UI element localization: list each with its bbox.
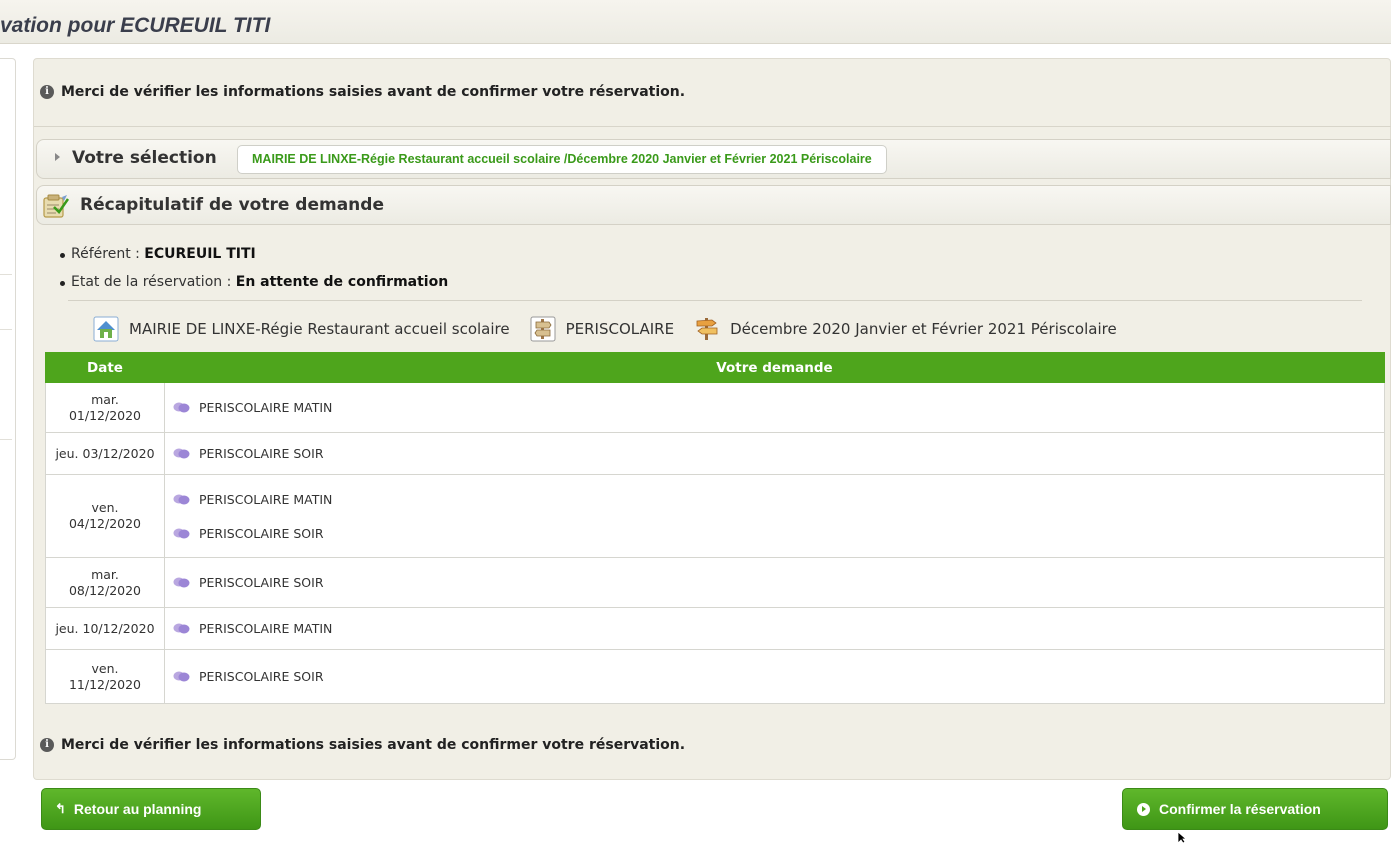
notice-bottom: i Merci de vérifier les informations sai… [40, 737, 685, 753]
column-header-request: Votre demande [164, 352, 1385, 383]
table-row: ven. 11/12/2020 PERISCOLAIRE SOIR [45, 649, 1385, 704]
notice-top: i Merci de vérifier les informations sai… [40, 84, 685, 100]
chat-bubble-icon [173, 528, 190, 538]
column-header-date: Date [45, 352, 165, 383]
selection-label[interactable]: Votre sélection [72, 148, 217, 168]
info-icon: i [40, 85, 54, 99]
referent-value: ECUREUIL TITI [144, 246, 256, 262]
request-label: PERISCOLAIRE MATIN [199, 491, 333, 507]
status-value: En attente de confirmation [235, 274, 449, 290]
info-icon: i [40, 738, 54, 752]
clipboard-check-icon [43, 194, 70, 218]
chat-bubble-icon [173, 577, 190, 588]
notice-top-text: Merci de vérifier les informations saisi… [61, 84, 686, 100]
breadcrumb: MAIRIE DE LINXE-Régie Restaurant accueil… [93, 314, 1137, 344]
recap-details: Référent : ECUREUIL TITI Etat de la rése… [60, 246, 448, 302]
request-label: PERISCOLAIRE MATIN [199, 400, 333, 415]
chat-bubble-icon [173, 671, 190, 682]
request-cell: PERISCOLAIRE SOIR [164, 432, 1385, 475]
chat-bubble-icon [173, 448, 190, 459]
request-label: PERISCOLAIRE SOIR [199, 669, 324, 684]
back-button-label: Retour au planning [73, 801, 202, 817]
reservation-table: Date Votre demande mar. 01/12/2020 PERIS… [45, 352, 1385, 704]
request-cell: PERISCOLAIRE SOIR [164, 557, 1385, 608]
request-label: PERISCOLAIRE SOIR [199, 446, 324, 461]
chat-bubble-icon [173, 494, 190, 504]
table-row: jeu. 10/12/2020 PERISCOLAIRE MATIN [45, 607, 1385, 650]
notice-bottom-text: Merci de vérifier les informations saisi… [61, 737, 686, 753]
request-label: PERISCOLAIRE SOIR [199, 575, 324, 590]
selection-value-pill: MAIRIE DE LINXE-Régie Restaurant accueil… [237, 145, 887, 174]
date-cell: mar. 08/12/2020 [45, 557, 165, 608]
table-row: jeu. 03/12/2020 PERISCOLAIRE SOIR [45, 432, 1385, 475]
divider [34, 126, 1391, 127]
chat-bubble-icon [173, 402, 190, 413]
return-arrow-icon: ↰ [55, 801, 66, 816]
left-side-panel-edge [0, 58, 16, 760]
page-header: vation pour ECUREUIL TITI [0, 0, 1391, 44]
activity-sign-icon [530, 316, 556, 342]
signpost-icon [696, 318, 718, 340]
date-cell: mar. 01/12/2020 [45, 382, 165, 433]
page-title: vation pour ECUREUIL TITI [0, 14, 271, 37]
breadcrumb-activity: PERISCOLAIRE [565, 320, 675, 338]
date-cell: jeu. 10/12/2020 [45, 607, 165, 650]
request-label: PERISCOLAIRE MATIN [199, 621, 333, 636]
confirm-reservation-button[interactable]: Confirmer la réservation [1122, 788, 1388, 830]
date-cell: ven. 11/12/2020 [45, 649, 165, 704]
table-row: mar. 08/12/2020 PERISCOLAIRE SOIR [45, 557, 1385, 608]
breadcrumb-structure: MAIRIE DE LINXE-Régie Restaurant accueil… [129, 320, 510, 338]
request-cell: PERISCOLAIRE SOIR [164, 649, 1385, 704]
confirm-button-label: Confirmer la réservation [1159, 801, 1321, 817]
mouse-cursor-icon [1177, 832, 1187, 843]
caret-right-icon[interactable] [55, 153, 60, 161]
house-icon [93, 316, 119, 342]
date-cell: jeu. 03/12/2020 [45, 432, 165, 475]
request-cell: PERISCOLAIRE MATIN [164, 382, 1385, 433]
request-cell: PERISCOLAIRE MATIN PERISCOLAIRE SOIR [164, 474, 1385, 558]
referent-item: Référent : ECUREUIL TITI [60, 246, 448, 262]
request-label: PERISCOLAIRE SOIR [199, 525, 324, 541]
status-item: Etat de la réservation : En attente de c… [60, 274, 448, 290]
table-row: ven. 04/12/2020 PERISCOLAIRE MATIN PERIS… [45, 474, 1385, 558]
request-cell: PERISCOLAIRE MATIN [164, 607, 1385, 650]
play-circle-icon [1137, 802, 1150, 816]
breadcrumb-period: Décembre 2020 Janvier et Février 2021 Pé… [730, 320, 1117, 338]
chat-bubble-icon [173, 623, 190, 634]
date-cell: ven. 04/12/2020 [45, 474, 165, 558]
divider [68, 300, 1362, 301]
table-row: mar. 01/12/2020 PERISCOLAIRE MATIN [45, 382, 1385, 433]
recap-title: Récapitulatif de votre demande [80, 195, 384, 215]
back-to-planning-button[interactable]: ↰ Retour au planning [41, 788, 261, 830]
